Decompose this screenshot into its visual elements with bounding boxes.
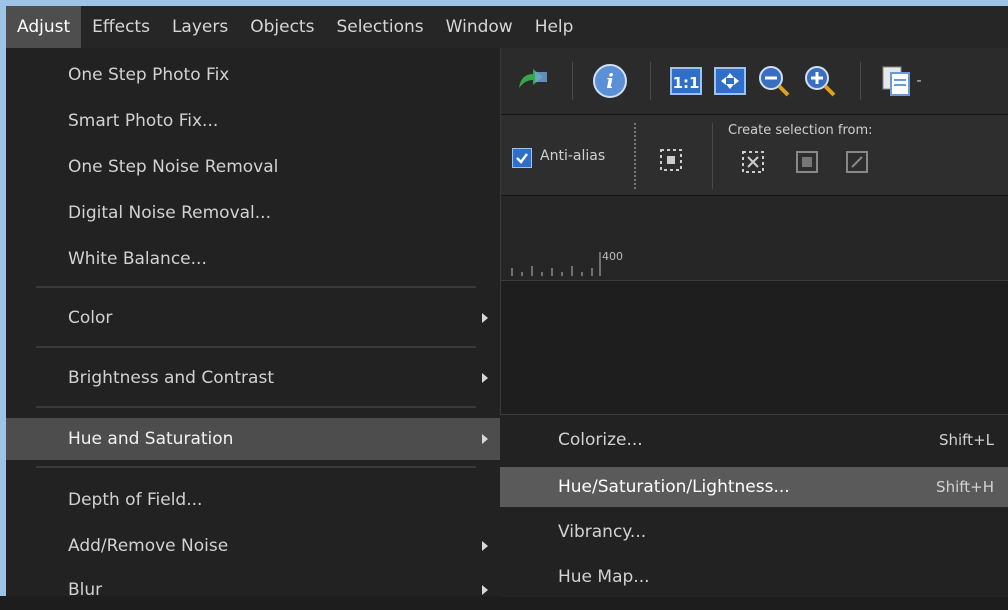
menu-item-one-step-noise-removal[interactable]: One Step Noise Removal xyxy=(6,146,500,188)
menu-item-blur[interactable]: Blur xyxy=(6,570,500,610)
menu-item-digital-noise-removal[interactable]: Digital Noise Removal... xyxy=(6,192,500,234)
fit-to-window-icon[interactable] xyxy=(710,62,750,100)
menu-window[interactable]: Window xyxy=(435,6,524,48)
info-icon[interactable]: i xyxy=(590,62,630,100)
main-toolbar: i 1:1 - xyxy=(500,48,1008,115)
menu-item-label: Color xyxy=(68,308,113,328)
toolbar-separator xyxy=(572,62,573,100)
actual-size-icon[interactable]: 1:1 xyxy=(666,62,706,100)
hue-saturation-submenu: Colorize... Shift+L Hue/Saturation/Light… xyxy=(500,414,1008,597)
menu-item-smart-photo-fix[interactable]: Smart Photo Fix... xyxy=(6,100,500,142)
grip-separator xyxy=(634,123,636,189)
menu-item-color[interactable]: Color xyxy=(6,296,500,340)
menu-adjust[interactable]: Adjust xyxy=(6,6,82,48)
submenu-arrow-icon xyxy=(482,541,488,551)
copy-document-icon[interactable] xyxy=(876,62,916,100)
submenu-item-vibrancy[interactable]: Vibrancy... xyxy=(500,511,1008,553)
menu-item-label: Brightness and Contrast xyxy=(68,368,274,388)
zoom-in-icon[interactable] xyxy=(800,62,840,100)
menu-item-one-step-photo-fix[interactable]: One Step Photo Fix xyxy=(6,54,500,96)
shortcut-label: Shift+L xyxy=(938,431,994,449)
menu-help[interactable]: Help xyxy=(524,6,585,48)
dropdown-chevron-icon[interactable]: - xyxy=(912,62,926,100)
submenu-item-label: Hue Map... xyxy=(558,567,650,587)
submenu-item-label: Colorize... xyxy=(558,430,643,450)
submenu-item-hue-map[interactable]: Hue Map... xyxy=(500,557,1008,597)
menu-item-label: Hue and Saturation xyxy=(68,429,234,449)
selection-from-mask-icon[interactable] xyxy=(794,149,820,179)
submenu-item-colorize[interactable]: Colorize... Shift+L xyxy=(500,419,1008,461)
submenu-item-label: Vibrancy... xyxy=(558,522,647,542)
toolbar-separator xyxy=(712,123,713,189)
menu-item-brightness-contrast[interactable]: Brightness and Contrast xyxy=(6,356,500,400)
submenu-item-hue-saturation-lightness[interactable]: Hue/Saturation/Lightness... Shift+H xyxy=(500,467,1008,507)
zoom-out-icon[interactable] xyxy=(754,62,794,100)
menu-separator xyxy=(36,346,476,348)
menu-item-label: Smart Photo Fix... xyxy=(68,111,219,131)
toolbar-separator xyxy=(650,62,651,100)
adjust-menu: One Step Photo Fix Smart Photo Fix... On… xyxy=(6,48,501,600)
menu-item-label: Digital Noise Removal... xyxy=(68,203,271,223)
menu-separator xyxy=(36,406,476,408)
menu-objects[interactable]: Objects xyxy=(239,6,325,48)
menu-item-hue-saturation[interactable]: Hue and Saturation xyxy=(6,418,500,460)
selection-from-vector-icon[interactable] xyxy=(844,149,870,179)
undo-arrow-icon[interactable] xyxy=(512,62,552,100)
menu-item-depth-of-field[interactable]: Depth of Field... xyxy=(6,478,500,522)
menu-effects[interactable]: Effects xyxy=(81,6,161,48)
submenu-item-label: Hue/Saturation/Lightness... xyxy=(558,477,790,497)
menu-separator xyxy=(36,286,476,288)
create-selection-label: Create selection from: xyxy=(728,123,873,138)
selection-from-layer-icon[interactable] xyxy=(740,149,766,179)
shortcut-label: Shift+H xyxy=(936,478,994,496)
submenu-arrow-icon xyxy=(482,313,488,323)
menu-item-label: One Step Noise Removal xyxy=(68,157,279,177)
menu-item-label: White Balance... xyxy=(68,249,207,269)
menu-item-add-remove-noise[interactable]: Add/Remove Noise xyxy=(6,524,500,568)
menu-item-label: One Step Photo Fix xyxy=(68,65,230,85)
menu-selections[interactable]: Selections xyxy=(325,6,434,48)
svg-text:i: i xyxy=(606,69,614,93)
menu-item-label: Blur xyxy=(68,580,103,600)
menu-bar: Adjust Effects Layers Objects Selections… xyxy=(6,6,1008,48)
menu-item-label: Depth of Field... xyxy=(68,490,203,510)
submenu-arrow-icon xyxy=(482,373,488,383)
ruler-ticks xyxy=(511,252,601,276)
tool-options-bar: Anti-alias Create selection from: xyxy=(500,115,1008,196)
menu-separator xyxy=(36,466,476,468)
ruler-label: 400 xyxy=(602,250,623,263)
anti-alias-label: Anti-alias xyxy=(540,148,606,164)
horizontal-ruler: 400 xyxy=(500,196,1008,281)
checkmark-icon xyxy=(516,153,528,164)
svg-text:1:1: 1:1 xyxy=(673,74,700,92)
selection-options-icon[interactable] xyxy=(658,147,684,177)
submenu-arrow-icon xyxy=(482,585,488,595)
menu-item-white-balance[interactable]: White Balance... xyxy=(6,238,500,280)
submenu-arrow-icon xyxy=(482,434,488,444)
anti-alias-checkbox[interactable] xyxy=(512,148,532,168)
toolbar-separator xyxy=(860,62,861,100)
menu-item-label: Add/Remove Noise xyxy=(68,536,229,556)
menu-layers[interactable]: Layers xyxy=(161,6,239,48)
